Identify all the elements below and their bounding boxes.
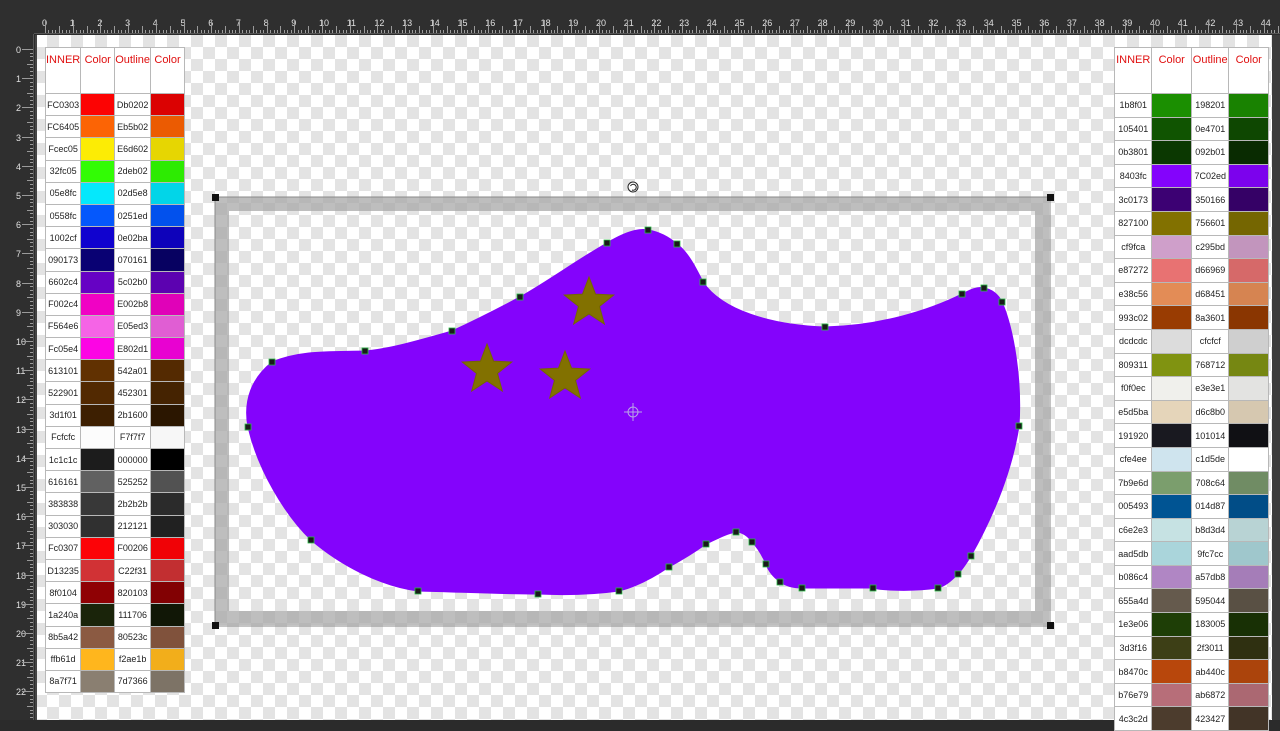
bezier-node[interactable] [414, 587, 422, 595]
bezier-node[interactable] [934, 584, 942, 592]
bezier-node[interactable] [798, 584, 806, 592]
bezier-node[interactable] [244, 423, 252, 431]
bezier-node[interactable] [958, 290, 966, 298]
resize-handle-top-left[interactable] [212, 194, 219, 201]
resize-handle-bottom-left[interactable] [212, 622, 219, 629]
ruler-corner [0, 0, 34, 34]
bezier-node[interactable] [516, 293, 524, 301]
bezier-node[interactable] [748, 538, 756, 546]
bezier-node[interactable] [821, 323, 829, 331]
bezier-node[interactable] [361, 347, 369, 355]
bezier-node[interactable] [732, 528, 740, 536]
drawing-stage [212, 181, 1054, 629]
bezier-node[interactable] [776, 578, 784, 586]
rotate-handle-icon[interactable] [627, 181, 639, 193]
bezier-node[interactable] [534, 590, 542, 598]
bezier-node[interactable] [762, 560, 770, 568]
bezier-node[interactable] [1015, 422, 1023, 430]
bezier-node[interactable] [268, 358, 276, 366]
bezier-node[interactable] [665, 563, 673, 571]
bezier-node[interactable] [869, 584, 877, 592]
resize-handle-bottom-right[interactable] [1047, 622, 1054, 629]
bezier-node[interactable] [615, 587, 623, 595]
bezier-node[interactable] [448, 327, 456, 335]
vertical-scrollbar[interactable] [1272, 35, 1280, 720]
bezier-node[interactable] [644, 226, 652, 234]
bezier-node[interactable] [980, 284, 988, 292]
bezier-node[interactable] [673, 240, 681, 248]
bezier-node[interactable] [967, 552, 975, 560]
resize-handle-top-right[interactable] [1047, 194, 1054, 201]
bezier-node[interactable] [699, 278, 707, 286]
bezier-node[interactable] [307, 536, 315, 544]
bezier-node[interactable] [603, 239, 611, 247]
bezier-node[interactable] [998, 298, 1006, 306]
bezier-node[interactable] [702, 540, 710, 548]
bezier-node[interactable] [954, 570, 962, 578]
